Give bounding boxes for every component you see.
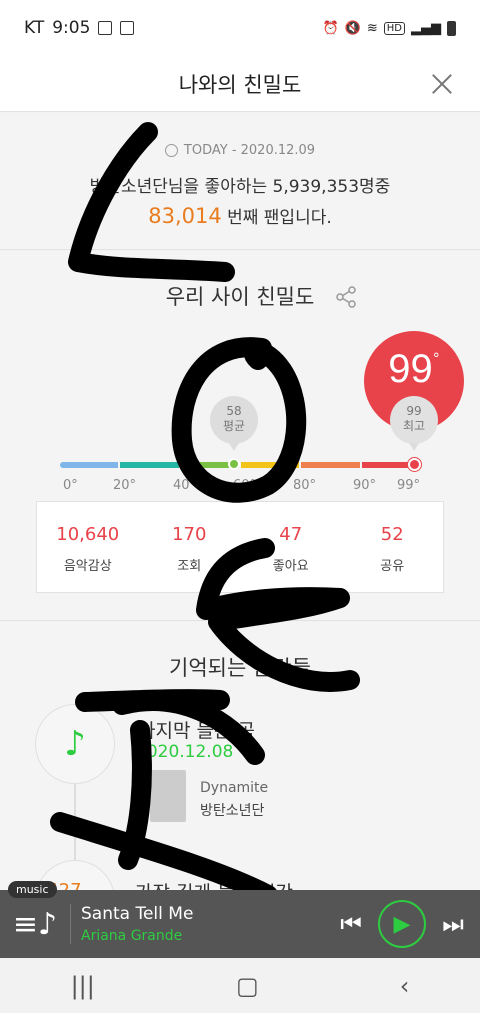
today-label: TODAY - 2020.12.09 [183, 143, 316, 158]
fan-rank-text: 83,014 번째 팬입니다. [0, 203, 480, 228]
now-playing[interactable]: Santa Tell Me Ariana Grande [70, 904, 334, 944]
notification-icon [98, 21, 113, 35]
stat-label: 조회 [177, 559, 202, 574]
system-nav-bar: ||| ▢ ‹ [0, 958, 480, 1013]
wifi-icon: ≋ [366, 20, 378, 36]
battery-icon [447, 20, 456, 36]
stat-value: 170 [172, 524, 207, 545]
stat-item: 47 좋아요 [240, 502, 342, 592]
page-title: 나와의 친밀도 [178, 72, 302, 97]
average-marker [228, 458, 240, 470]
fan-rank: 83,014 [148, 204, 222, 228]
scale-segment-4 [301, 462, 360, 468]
scale-tick: 90° [353, 478, 377, 493]
signal-icon: ▂▄▆ [411, 20, 441, 36]
score-unit: ° [432, 351, 440, 367]
hd-badge: HD [383, 21, 405, 35]
album-art[interactable] [150, 770, 186, 822]
stat-label: 음악감상 [63, 559, 112, 574]
mini-player[interactable]: music ≡♪ Santa Tell Me Ariana Grande ⏮ ▶… [0, 881, 480, 958]
status-bar: KT 9:05 ⏰ 🔇 ≋ HD ▂▄▆ [0, 0, 480, 56]
stat-item: 170 조회 [139, 502, 241, 592]
scale-ticks: 0° 20° 40° 60° 80° 90° 99° [55, 478, 435, 498]
stat-value: 10,640 [56, 524, 120, 545]
average-bubble: 58 평균 [210, 396, 258, 451]
share-icon[interactable] [335, 286, 357, 308]
scale-segment-3 [240, 462, 300, 468]
fan-rank-suffix: 번째 팬입니다. [227, 208, 332, 228]
stats-box: 10,640 음악감상 170 조회 47 좋아요 52 공유 [36, 501, 444, 593]
last-played-artist: 방탄소년단 [200, 803, 265, 819]
max-bubble: 99 최고 [390, 396, 438, 451]
scale-tick: 40° [173, 478, 197, 493]
last-played-date: 2020.12.08 [136, 742, 234, 762]
max-marker [408, 458, 421, 471]
alarm-icon: ⏰ [322, 20, 339, 36]
track-title: Santa Tell Me [81, 904, 194, 924]
intimacy-heading: 우리 사이 친밀도 [165, 285, 315, 309]
stat-item: 10,640 음악감상 [37, 502, 139, 592]
playlist-icon[interactable]: ≡♪ [10, 899, 60, 949]
next-track-icon[interactable]: ⏭ [436, 907, 470, 941]
play-button[interactable]: ▶ [378, 900, 426, 948]
stat-label: 공유 [380, 559, 405, 574]
max-value: 99 [406, 404, 422, 418]
last-played-song[interactable]: Dynamite [200, 780, 268, 796]
stat-value: 47 [279, 524, 303, 545]
stat-label: 좋아요 [272, 559, 309, 574]
back-icon[interactable]: ‹ [400, 972, 410, 1000]
scale-tick: 0° [63, 478, 78, 493]
last-played-title: 마지막 들은 곡 [138, 720, 255, 742]
scale-segment-1 [120, 462, 179, 468]
stat-item: 52 공유 [342, 502, 444, 592]
today-date: TODAY - 2020.12.09 [0, 143, 480, 158]
today-section: TODAY - 2020.12.09 방탄소년단님을 좋아하는 5,939,35… [0, 113, 480, 250]
average-label: 평균 [222, 419, 246, 433]
fan-count-text: 방탄소년단님을 좋아하는 5,939,353명중 [89, 177, 391, 197]
track-artist: Ariana Grande [81, 928, 183, 944]
music-tag: music [8, 881, 57, 898]
recent-apps-icon[interactable]: ||| [71, 972, 95, 1000]
scale-tick: 60° [233, 478, 257, 493]
close-icon[interactable] [424, 66, 460, 102]
stat-value: 52 [380, 524, 404, 545]
clock-time: 9:05 [52, 18, 91, 38]
title-bar: 나와의 친밀도 [0, 56, 480, 112]
memory-heading: 기억되는 순간들 [169, 656, 311, 680]
intimacy-score: 99 [388, 347, 433, 391]
average-value: 58 [226, 404, 242, 418]
scale-tick: 20° [113, 478, 137, 493]
music-note-icon: ♪ [35, 704, 115, 784]
home-icon[interactable]: ▢ [236, 972, 259, 1000]
mute-icon: 🔇 [344, 20, 361, 36]
clock-icon [164, 144, 178, 157]
intimacy-section: 우리 사이 친밀도 99 ° 58 평균 99 최고 0° 20° 40° 60° 80… [0, 251, 480, 621]
intimacy-scale-bar [60, 462, 420, 468]
previous-track-icon[interactable]: ⏮ [334, 907, 368, 941]
scale-segment-0 [60, 462, 119, 468]
notification-icon-2 [120, 21, 135, 35]
scale-tick: 80° [293, 478, 317, 493]
scale-tick: 99° [397, 478, 421, 493]
max-label: 최고 [402, 419, 426, 433]
carrier: KT [24, 18, 45, 38]
memory-section: 기억되는 순간들 ♪ 마지막 들은 곡 2020.12.08 Dynamite … [0, 622, 480, 940]
